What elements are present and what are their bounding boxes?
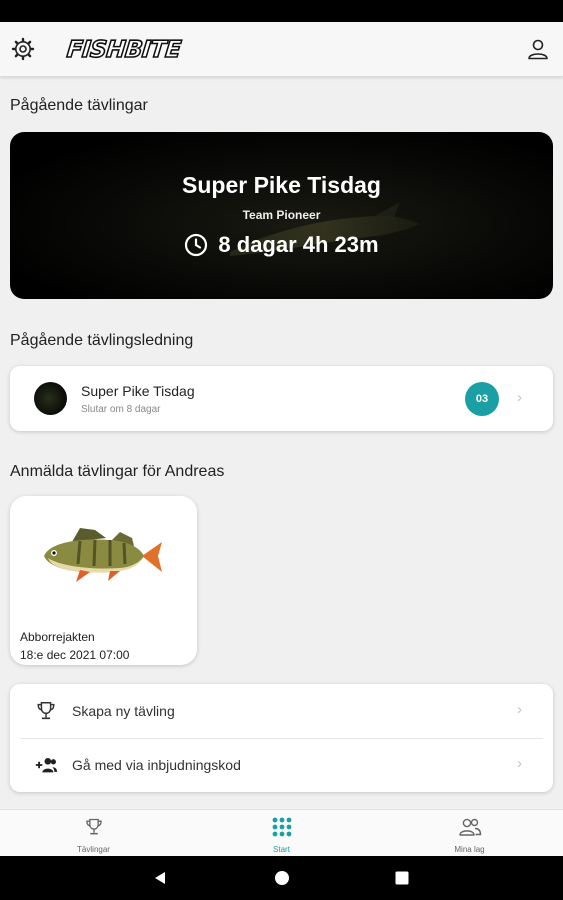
leaderboard-section-title: Pågående tävlingsledning <box>10 332 194 349</box>
trophy-icon <box>34 699 58 723</box>
app-logo: FISHBITE <box>65 30 183 70</box>
registered-section-title: Anmälda tävlingar för Andreas <box>10 463 225 480</box>
rank-badge: 03 <box>465 382 499 416</box>
top-bar: FISHBITE <box>0 22 563 77</box>
tab-start[interactable]: Start <box>188 810 375 856</box>
system-navigation-bar <box>0 856 563 900</box>
chevron-right-icon: › <box>517 755 522 772</box>
home-icon <box>275 871 289 885</box>
clock-icon <box>185 233 208 257</box>
actions-card: Skapa ny tävling › Gå med via inbjudning… <box>10 684 553 792</box>
back-icon <box>155 872 165 884</box>
user-icon <box>528 39 548 60</box>
join-by-invite-label: Gå med via inbjudningskod <box>72 757 241 773</box>
tab-my-teams-label: Mina lag <box>454 845 485 854</box>
tab-competitions[interactable]: Tävlingar <box>0 810 187 856</box>
chevron-right-icon: › <box>517 701 522 718</box>
back-button[interactable] <box>150 868 170 888</box>
registered-competition-name: Abborrejakten <box>20 630 95 644</box>
settings-button[interactable] <box>8 34 38 64</box>
registered-competition-date: 18:e dec 2021 07:00 <box>20 648 130 662</box>
home-button[interactable] <box>272 868 292 888</box>
logo-text: FISHBITE <box>65 36 183 64</box>
create-competition-button[interactable]: Skapa ny tävling › <box>10 684 553 738</box>
ongoing-competition-card[interactable]: Super Pike Tisdag Team Pioneer 8 dagar 4… <box>10 132 553 299</box>
time-remaining: 8 dagar 4h 23m <box>10 232 553 258</box>
ongoing-section-title: Pågående tävlingar <box>10 97 148 114</box>
leaderboard-card[interactable]: Super Pike Tisdag Slutar om 8 dagar 03 › <box>10 366 553 431</box>
registered-competition-card[interactable]: Abborrejakten 18:e dec 2021 07:00 <box>10 496 197 665</box>
perch-image <box>44 528 162 582</box>
competition-thumbnail <box>34 382 67 415</box>
recents-icon <box>395 871 409 885</box>
tab-competitions-label: Tävlingar <box>77 845 110 854</box>
competition-title: Super Pike Tisdag <box>182 172 381 198</box>
group-icon <box>457 815 483 839</box>
tab-my-teams[interactable]: Mina lag <box>376 810 563 856</box>
app-screen: FISHBITE Pågående tävlingar Super Pike T… <box>0 22 563 856</box>
recents-button[interactable] <box>392 868 412 888</box>
profile-button[interactable] <box>523 34 553 64</box>
chevron-right-icon: › <box>517 389 522 406</box>
trophy-icon <box>81 815 107 839</box>
leaderboard-name: Super Pike Tisdag <box>81 383 195 399</box>
grid-icon <box>269 815 295 839</box>
leaderboard-subtitle: Slutar om 8 dagar <box>81 404 161 415</box>
time-remaining-text: 8 dagar 4h 23m <box>218 232 379 257</box>
competition-team: Team Pioneer <box>242 208 321 222</box>
status-bar <box>0 0 563 22</box>
add-user-icon <box>34 753 58 777</box>
gear-icon <box>11 37 35 61</box>
tab-start-label: Start <box>273 845 290 854</box>
create-competition-label: Skapa ny tävling <box>72 703 175 719</box>
bottom-navigation: Tävlingar Start Mina lag <box>0 809 563 856</box>
join-by-invite-button[interactable]: Gå med via inbjudningskod › <box>10 738 553 792</box>
